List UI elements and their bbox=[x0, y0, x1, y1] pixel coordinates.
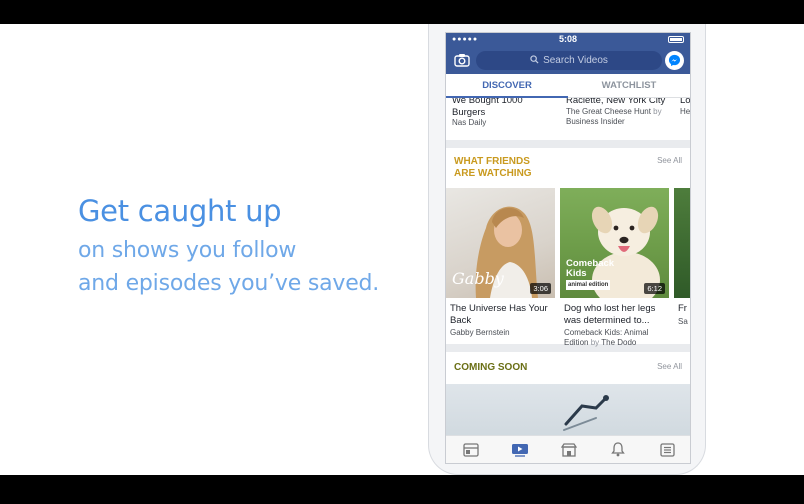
video-title: Dog who lost her legs was determined to.… bbox=[560, 303, 669, 326]
top-card-meta: He bbox=[680, 106, 691, 116]
video-meta: Sa bbox=[678, 316, 688, 326]
promo-subtitle: on shows you follow and episodes you’ve … bbox=[78, 234, 379, 300]
top-card-raclette[interactable]: Raclette, New York City The Great Cheese… bbox=[566, 98, 676, 127]
video-title-line1: The Universe Has Your bbox=[450, 303, 548, 314]
section-title: WHAT FRIENDS ARE WATCHING bbox=[446, 148, 690, 180]
top-card-burgers[interactable]: We Bought 1000 Burgers Nas Daily bbox=[452, 98, 562, 128]
video-card-dog[interactable]: Comeback Kids animal edition 6:12 Dog wh… bbox=[560, 188, 669, 348]
top-card-title: Lo bbox=[680, 98, 691, 106]
video-duration: 3:06 bbox=[530, 283, 551, 294]
video-meta: Gabby Bernstein bbox=[450, 328, 510, 337]
messenger-icon[interactable] bbox=[665, 51, 684, 70]
top-card-title: We Bought 1000 bbox=[452, 98, 523, 106]
status-time: 5:08 bbox=[558, 34, 577, 44]
top-card-row: We Bought 1000 Burgers Nas Daily Raclett… bbox=[446, 98, 691, 140]
overlay-line: Kids bbox=[566, 268, 587, 279]
top-card-partial[interactable]: Lo He bbox=[680, 98, 691, 117]
video-title: Fr bbox=[678, 303, 687, 314]
skier-image bbox=[563, 395, 609, 431]
overlay-line: animal edition bbox=[566, 280, 611, 290]
video-title-line2: was determined to... bbox=[564, 314, 650, 326]
video-row: Gabby 3:06 The Universe Has Your Back Ga… bbox=[446, 188, 690, 348]
top-card-publisher: Business Insider bbox=[566, 116, 625, 126]
video-meta-by: by bbox=[590, 338, 600, 347]
video-thumbnail bbox=[674, 188, 690, 298]
status-bar: ●●●●● 5:08 bbox=[446, 33, 690, 47]
battery-icon bbox=[668, 36, 684, 43]
video-thumbnail: Gabby 3:06 bbox=[446, 188, 555, 298]
video-overlay-logo: Comeback Kids animal edition bbox=[566, 259, 614, 290]
video-card-partial[interactable]: Fr Sa bbox=[674, 188, 690, 327]
menu-icon[interactable] bbox=[658, 441, 676, 459]
tab-watchlist[interactable]: WATCHLIST bbox=[568, 74, 690, 97]
phone-frame: ●●●●● 5:08 Search Videos DISCOVER WATCHL… bbox=[428, 24, 706, 475]
video-title-line2: Back bbox=[450, 314, 472, 326]
top-card-title: Raclette, New York City bbox=[566, 98, 666, 106]
video-meta-line1: Comeback Kids: Animal bbox=[564, 328, 649, 337]
top-card-title: Burgers bbox=[452, 106, 486, 118]
video-feed[interactable]: We Bought 1000 Burgers Nas Daily Raclett… bbox=[446, 98, 691, 437]
top-card-meta: The Great Cheese Hunt by bbox=[566, 107, 676, 117]
promo-headline: Get caught up bbox=[78, 194, 282, 228]
top-card-meta: Nas Daily bbox=[452, 118, 487, 127]
video-title: The Universe Has Your Back bbox=[446, 303, 555, 326]
top-card-by: by bbox=[653, 106, 662, 116]
see-all-link[interactable]: See All bbox=[657, 156, 682, 165]
phone-screen: ●●●●● 5:08 Search Videos DISCOVER WATCHL… bbox=[445, 32, 691, 464]
bottom-tab-bar bbox=[446, 435, 690, 463]
search-placeholder: Search Videos bbox=[543, 55, 608, 66]
top-card-show: The Great Cheese Hunt bbox=[566, 106, 651, 116]
video-icon[interactable] bbox=[511, 441, 529, 459]
video-meta-show: Edition bbox=[564, 338, 589, 347]
presentation-slide: Get caught up on shows you follow and ep… bbox=[0, 24, 804, 475]
friends-watching-section: WHAT FRIENDS ARE WATCHING See All Gabby … bbox=[446, 148, 690, 348]
section-title-line2: ARE WATCHING bbox=[454, 168, 532, 179]
section-title-line1: WHAT FRIENDS bbox=[454, 156, 530, 167]
video-meta-publisher: The Dodo bbox=[601, 338, 637, 347]
section-title: COMING SOON bbox=[454, 362, 528, 373]
coming-soon-section: COMING SOON See All bbox=[446, 352, 690, 437]
video-thumbnail: Comeback Kids animal edition 6:12 bbox=[560, 188, 669, 298]
promo-subtitle-line1: on shows you follow bbox=[78, 238, 297, 263]
search-input[interactable]: Search Videos bbox=[476, 51, 662, 70]
video-card-universe[interactable]: Gabby 3:06 The Universe Has Your Back Ga… bbox=[446, 188, 555, 338]
promo-text: Get caught up on shows you follow and ep… bbox=[78, 194, 379, 300]
search-icon bbox=[530, 54, 539, 67]
see-all-link[interactable]: See All bbox=[657, 362, 682, 371]
video-title-line1: Dog who lost her legs bbox=[564, 303, 656, 314]
video-meta: Comeback Kids: Animal Edition by The Dod… bbox=[560, 328, 669, 348]
marketplace-icon[interactable] bbox=[560, 441, 578, 459]
camera-icon[interactable] bbox=[454, 52, 470, 68]
video-duration: 6:12 bbox=[644, 283, 665, 294]
coming-soon-thumbnail[interactable] bbox=[446, 384, 690, 437]
top-nav-bar: Search Videos bbox=[446, 47, 690, 74]
video-tabs: DISCOVER WATCHLIST bbox=[446, 74, 690, 98]
notifications-icon[interactable] bbox=[609, 441, 627, 459]
news-feed-icon[interactable] bbox=[462, 441, 480, 459]
tab-discover[interactable]: DISCOVER bbox=[446, 74, 568, 97]
video-meta-line2: Edition by The Dodo bbox=[564, 338, 669, 348]
video-overlay-text: Gabby bbox=[452, 269, 504, 288]
promo-subtitle-line2: and episodes you’ve saved. bbox=[78, 271, 380, 296]
